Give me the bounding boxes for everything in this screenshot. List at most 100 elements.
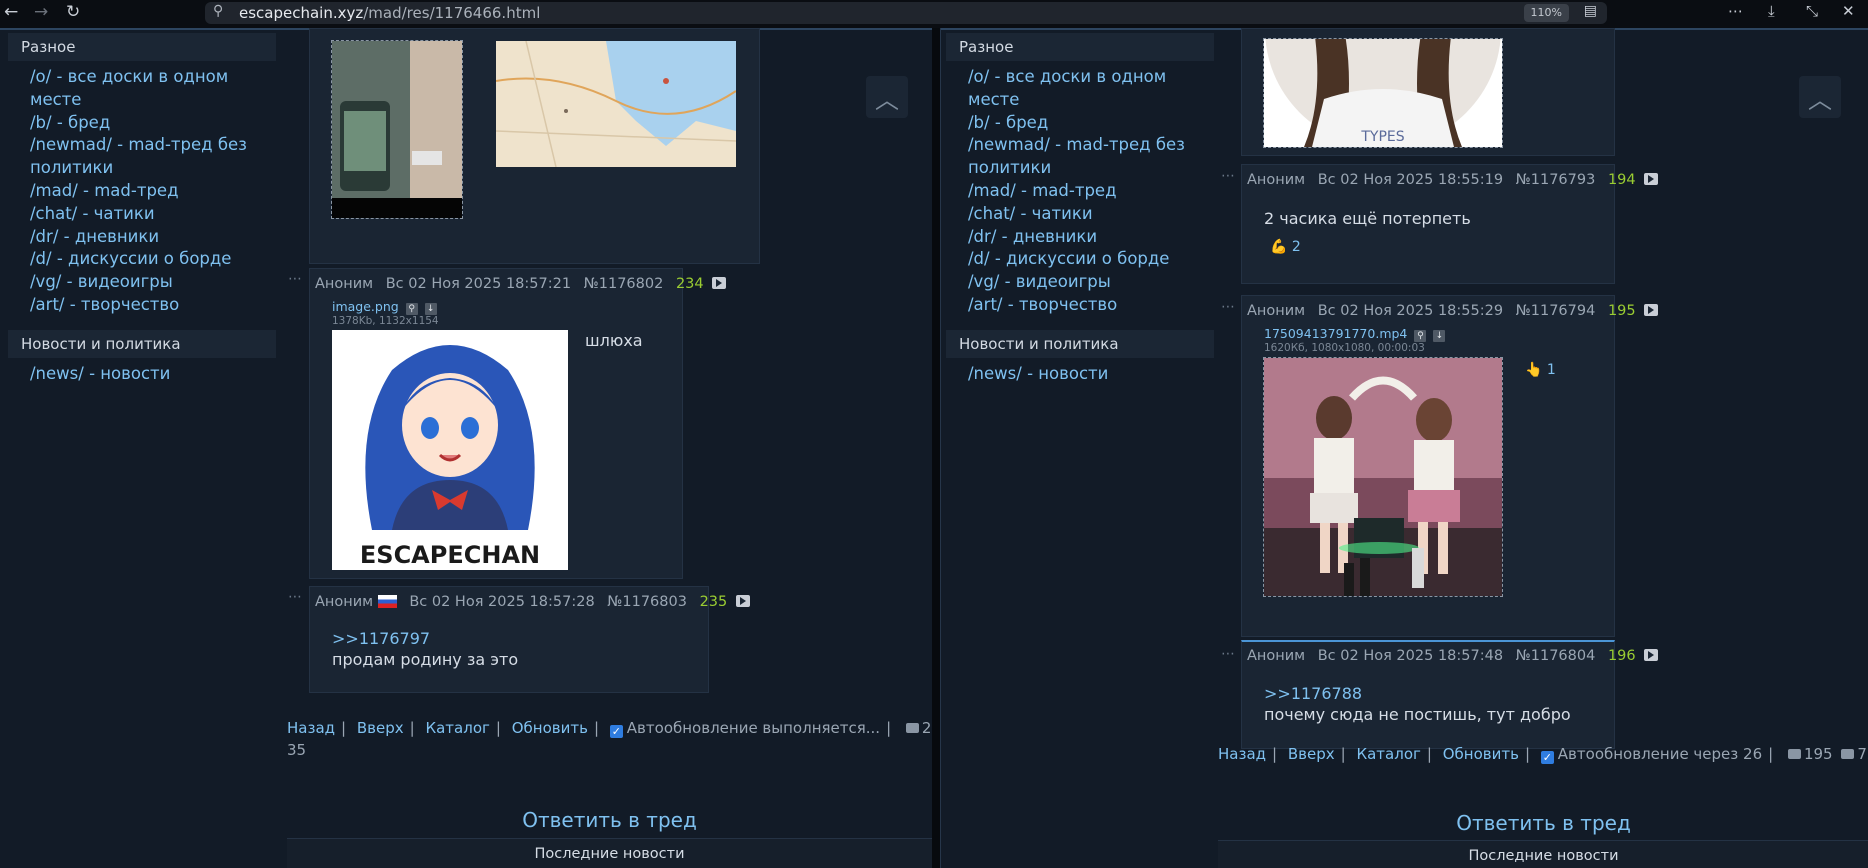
post-menu-icon[interactable]: ⋯ <box>1221 646 1236 662</box>
post-number[interactable]: №1176803 <box>607 594 687 610</box>
post-video-thumb[interactable] <box>1263 357 1503 597</box>
post-number[interactable]: №1176804 <box>1516 648 1596 664</box>
back-arrow-icon[interactable]: ← <box>4 2 18 22</box>
shrink-icon[interactable]: ⤡ <box>1806 2 1818 20</box>
post-play-icon[interactable] <box>712 277 727 289</box>
forward-arrow-icon[interactable]: → <box>34 2 48 22</box>
download-icon[interactable]: ↓ <box>1433 330 1446 342</box>
post-number[interactable]: №1176794 <box>1516 303 1596 319</box>
nav-catalog[interactable]: Каталог <box>1356 745 1420 763</box>
post-number[interactable]: №1176793 <box>1516 172 1596 188</box>
nav-refresh[interactable]: Обновить <box>1443 745 1519 763</box>
post-play-icon[interactable] <box>1644 649 1659 661</box>
reaction-count: 2 <box>1291 239 1301 255</box>
board-link-mad[interactable]: /mad/ - mad-тред <box>30 180 276 203</box>
nav-back[interactable]: Назад <box>287 719 335 737</box>
board-link-b[interactable]: /b/ - бред <box>968 112 1214 135</box>
post-1176793: Аноним Вс 02 Ноя 2025 18:55:19 №1176793 … <box>1241 164 1659 284</box>
search-icon[interactable]: ⚲ <box>1414 330 1427 342</box>
nav-top[interactable]: Вверх <box>357 719 404 737</box>
post-menu-icon[interactable]: ⋯ <box>288 589 303 605</box>
post-text: шлюха <box>585 331 643 350</box>
board-link-newmad[interactable]: /newmad/ - mad-тред без <box>968 134 1214 157</box>
board-link-dr[interactable]: /dr/ - дневники <box>968 226 1214 249</box>
post-count: 234 <box>675 276 704 292</box>
post-menu-icon[interactable]: ⋯ <box>1221 168 1236 184</box>
board-link-chat[interactable]: /chat/ - чатики <box>30 203 276 226</box>
scroll-up-button[interactable]: ︿ <box>866 76 908 118</box>
site-info-icon[interactable]: ⚲ <box>213 3 223 19</box>
reply-to-thread-button[interactable]: Ответить в тред <box>1218 811 1868 835</box>
post-meta: Аноним Вс 02 Ноя 2025 18:57:28 №1176803 … <box>315 594 750 610</box>
reaction-count: 1 <box>1546 362 1556 378</box>
board-link-vg[interactable]: /vg/ - видеоигры <box>30 271 276 294</box>
post-author: Аноним <box>1247 648 1306 664</box>
board-link-news[interactable]: /news/ - новости <box>30 363 276 386</box>
board-link-mad[interactable]: /mad/ - mad-тред <box>968 180 1214 203</box>
board-link-news[interactable]: /news/ - новости <box>968 363 1214 386</box>
nav-refresh[interactable]: Обновить <box>512 719 588 737</box>
board-link-b[interactable]: /b/ - бред <box>30 112 276 135</box>
board-link-vg[interactable]: /vg/ - видеоигры <box>968 271 1214 294</box>
file-name-link[interactable]: image.png <box>332 299 399 314</box>
board-link-art[interactable]: /art/ - творчество <box>968 294 1214 317</box>
reload-icon[interactable]: ↻ <box>66 2 80 22</box>
nav-catalog[interactable]: Каталог <box>425 719 489 737</box>
post-author: Аноним <box>1247 172 1306 188</box>
board-link-o[interactable]: /o/ - все доски в одном месте <box>30 66 276 112</box>
post-play-icon[interactable] <box>1644 304 1659 316</box>
post-image-anime[interactable]: ESCAPECHAN <box>332 330 568 570</box>
nav-top[interactable]: Вверх <box>1288 745 1335 763</box>
right-pane: Разное /o/ - все доски в одном месте /b/… <box>940 28 1868 868</box>
post-text: 2 часика ещё потерпеть <box>1264 209 1471 228</box>
board-link-d[interactable]: /d/ - дискуссии о борде <box>968 248 1214 271</box>
post-date: Вс 02 Ноя 2025 18:55:19 <box>1317 172 1504 188</box>
autorefresh-checkbox[interactable]: ✓ <box>1540 751 1554 764</box>
post-date: Вс 02 Ноя 2025 18:55:29 <box>1317 303 1504 319</box>
download-icon[interactable]: ↓ <box>424 303 437 315</box>
board-link-dr[interactable]: /dr/ - дневники <box>30 226 276 249</box>
zoom-level-badge[interactable]: 110% <box>1523 4 1569 22</box>
post-image-map[interactable] <box>496 41 736 167</box>
reaction-muscle[interactable]: 💪 2 <box>1270 239 1301 255</box>
post-author: Аноним <box>1247 303 1306 319</box>
post-play-icon[interactable] <box>735 595 750 607</box>
post-image-phone[interactable] <box>331 40 463 219</box>
reply-link[interactable]: >>1176797 <box>332 629 430 648</box>
file-name-link[interactable]: 17509413791770.mp4 <box>1264 326 1407 341</box>
post-number[interactable]: №1176802 <box>584 276 664 292</box>
post-date: Вс 02 Ноя 2025 18:57:28 <box>409 594 595 610</box>
address-bar[interactable]: ⚲ escapechain.xyz/mad/res/1176466.html 1… <box>205 2 1607 24</box>
left-pane: Разное /o/ - все доски в одном месте /b/… <box>0 28 933 868</box>
reply-link[interactable]: >>1176788 <box>1264 684 1362 703</box>
board-link-newmad-cont[interactable]: политики <box>968 157 1214 180</box>
video-still-graphic <box>1264 358 1502 596</box>
autorefresh-checkbox[interactable]: ✓ <box>609 725 623 738</box>
post-1176804: Аноним Вс 02 Ноя 2025 18:57:48 №1176804 … <box>1241 640 1659 749</box>
board-link-newmad-cont[interactable]: политики <box>30 157 276 180</box>
split-divider[interactable] <box>932 28 940 868</box>
board-link-art[interactable]: /art/ - творчество <box>30 294 276 317</box>
reaction-point-up[interactable]: 👆 1 <box>1525 362 1556 378</box>
board-link-o[interactable]: /o/ - все доски в одном месте <box>968 66 1214 112</box>
scroll-up-button[interactable]: ︿ <box>1799 76 1841 118</box>
post-previous <box>309 28 760 264</box>
post-count: 194 <box>1607 172 1636 188</box>
search-icon[interactable]: ⚲ <box>405 303 418 315</box>
post-play-icon[interactable] <box>1644 173 1659 185</box>
board-link-chat[interactable]: /chat/ - чатики <box>968 203 1214 226</box>
reply-to-thread-button[interactable]: Ответить в тред <box>287 808 932 832</box>
post-count: 195 <box>1607 303 1636 319</box>
more-icon[interactable]: ⋯ <box>1728 2 1743 20</box>
reader-view-icon[interactable]: ▤ <box>1584 3 1597 19</box>
post-menu-icon[interactable]: ⋯ <box>288 271 303 287</box>
board-link-newmad[interactable]: /newmad/ - mad-тред без <box>30 134 276 157</box>
board-link-d[interactable]: /d/ - дискуссии о борде <box>30 248 276 271</box>
post-image-round[interactable]: TYPES <box>1263 38 1503 148</box>
download-icon[interactable]: ⤓ <box>1768 2 1775 20</box>
post-1176803: Аноним Вс 02 Ноя 2025 18:57:28 №1176803 … <box>309 586 750 693</box>
nav-back[interactable]: Назад <box>1218 745 1266 763</box>
close-icon[interactable]: ✕ <box>1842 2 1855 20</box>
post-menu-icon[interactable]: ⋯ <box>1221 299 1236 315</box>
post-1176802: Аноним Вс 02 Ноя 2025 18:57:21 №1176802 … <box>309 268 727 579</box>
